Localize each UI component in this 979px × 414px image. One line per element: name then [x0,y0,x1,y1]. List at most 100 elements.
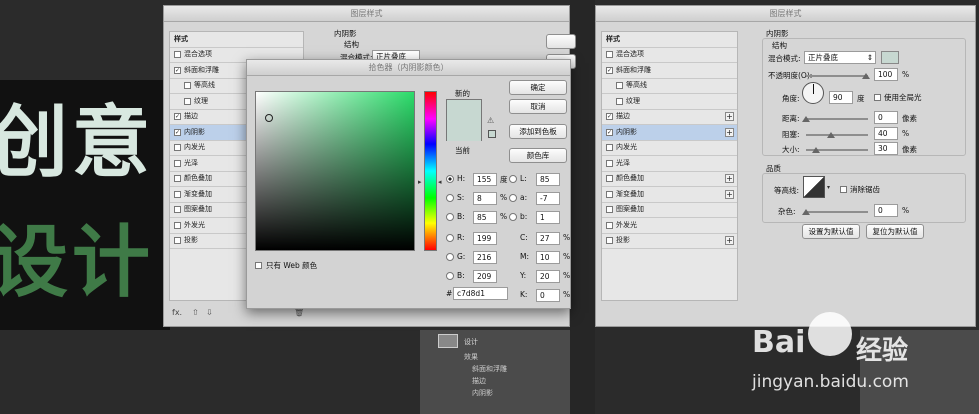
noise-field[interactable]: 0 [874,204,898,217]
opacity-slider-knob[interactable] [862,73,870,79]
saturation-brightness-field[interactable] [255,91,415,251]
channel-field[interactable]: 209 [473,270,497,283]
web-only-checkbox[interactable] [255,262,262,269]
style-item[interactable]: 颜色叠加 + [602,172,737,187]
style-item[interactable]: 光泽 [602,156,737,172]
fx-icon[interactable]: fx. [172,308,182,317]
channel-field[interactable]: 216 [473,251,497,264]
style-checkbox[interactable] [174,221,181,229]
style-item[interactable]: ✓ 斜面和浮雕 [602,63,737,79]
web-cube-icon[interactable] [488,130,496,138]
effects-label[interactable]: 效果 [464,352,478,362]
hue-arrow-right[interactable]: ◂ [438,178,442,186]
style-checkbox[interactable] [174,159,181,167]
global-light-checkbox[interactable] [874,94,881,101]
style-item[interactable]: 投影 + [602,234,737,249]
style-checkbox[interactable] [606,175,613,183]
noise-slider[interactable] [806,211,868,213]
style-checkbox[interactable] [174,175,181,183]
style-checkbox[interactable] [606,159,613,167]
color-libraries-button[interactable]: 颜色库 [509,148,567,163]
size-field[interactable]: 30 [874,142,898,155]
channel-radio[interactable] [446,213,454,221]
hex-field[interactable]: c7d8d1 [453,287,508,300]
hue-slider[interactable] [424,91,437,251]
channel-radio[interactable] [509,175,517,183]
arrow-down-icon[interactable]: ⇩ [206,308,213,317]
color-cursor[interactable] [265,114,273,122]
style-checkbox[interactable] [606,237,613,245]
channel-field[interactable]: 10 [536,251,560,264]
channel-radio[interactable] [446,234,454,242]
channel-field[interactable]: 85 [536,173,560,186]
choke-slider[interactable] [806,134,868,136]
channel-radio[interactable] [446,272,454,280]
style-checkbox[interactable] [606,51,613,59]
choke-slider-knob[interactable] [827,132,835,138]
style-checkbox[interactable]: ✓ [606,128,613,136]
styles-header[interactable]: 样式 [602,32,737,48]
style-item[interactable]: 混合选项 [602,48,737,63]
global-light-option[interactable]: 使用全局光 [874,92,922,103]
add-style-icon[interactable]: + [725,236,734,246]
channel-field[interactable]: 0 [536,289,560,302]
channel-field[interactable]: 8 [473,192,497,205]
size-slider-knob[interactable] [812,147,820,153]
style-checkbox[interactable] [174,237,181,245]
contour-dropdown-icon[interactable]: ▾ [827,184,830,191]
style-checkbox[interactable] [174,206,181,214]
channel-field[interactable]: 1 [536,211,560,224]
style-item[interactable]: 外发光 [602,218,737,234]
channel-field[interactable]: 199 [473,232,497,245]
channel-field[interactable]: 85 [473,211,497,224]
style-checkbox[interactable] [616,82,623,90]
noise-slider-knob[interactable] [802,209,810,215]
arrow-up-icon[interactable]: ⇧ [192,308,199,317]
style-checkbox[interactable] [184,97,191,105]
styles-header[interactable]: 样式 [170,32,303,48]
cancel-button[interactable]: 取消 [509,99,567,114]
angle-dial[interactable] [802,82,824,104]
reset-default-button[interactable]: 复位为默认值 [866,224,924,239]
shadow-color-swatch[interactable] [881,51,899,64]
add-style-icon[interactable]: + [725,127,734,137]
channel-field[interactable]: 20 [536,270,560,283]
style-checkbox[interactable] [174,144,181,152]
style-checkbox[interactable] [184,82,191,90]
angle-field[interactable]: 90 [829,91,853,104]
style-checkbox[interactable] [606,206,613,214]
effect-item[interactable]: 内阴影 [472,388,493,398]
channel-radio[interactable] [446,175,454,183]
blend-mode-select[interactable]: 正片叠底 ⇕ [804,51,876,64]
style-item[interactable]: 等高线 [602,79,737,94]
distance-field[interactable]: 0 [874,111,898,124]
channel-radio[interactable] [446,253,454,261]
trash-icon[interactable]: 🗑 [294,308,304,317]
channel-field[interactable]: -7 [536,192,560,205]
style-checkbox[interactable]: ✓ [606,66,613,74]
ok-button-hidden[interactable] [546,34,576,49]
current-color-swatch[interactable] [447,121,481,141]
style-item[interactable]: 图案叠加 [602,203,737,218]
antialias-option[interactable]: 消除锯齿 [840,184,880,195]
hue-arrow-left[interactable]: ▸ [418,178,422,186]
style-checkbox[interactable] [174,190,181,198]
ok-button[interactable]: 确定 [509,80,567,95]
channel-radio[interactable] [446,194,454,202]
style-item[interactable]: 渐变叠加 + [602,187,737,203]
channel-radio[interactable] [509,213,517,221]
add-style-icon[interactable]: + [725,174,734,184]
style-item[interactable]: ✓ 内阴影 + [602,125,737,141]
style-checkbox[interactable]: ✓ [606,113,613,121]
style-checkbox[interactable] [174,51,181,59]
style-checkbox[interactable] [606,190,613,198]
style-item[interactable]: 内发光 [602,141,737,156]
style-checkbox[interactable]: ✓ [174,128,181,136]
add-style-icon[interactable]: + [725,189,734,199]
set-default-button[interactable]: 设置为默认值 [802,224,860,239]
channel-field[interactable]: 27 [536,232,560,245]
style-item[interactable]: 纹理 [602,94,737,110]
effect-item[interactable]: 斜面和浮雕 [472,364,507,374]
add-to-swatches-button[interactable]: 添加到色板 [509,124,567,139]
choke-field[interactable]: 40 [874,127,898,140]
